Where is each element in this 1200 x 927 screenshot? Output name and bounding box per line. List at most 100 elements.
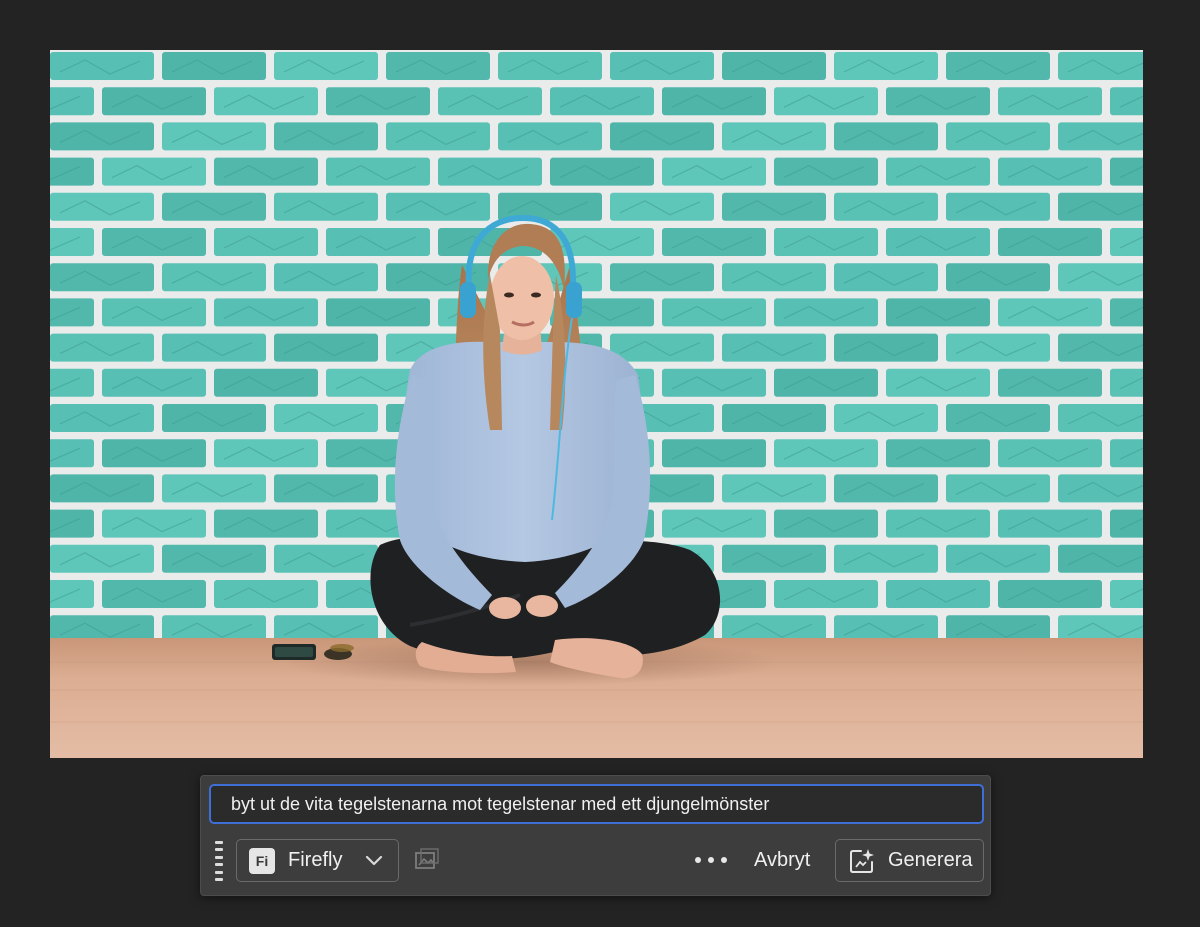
- brick: [1058, 544, 1143, 573]
- brick: [662, 439, 766, 468]
- brick: [998, 509, 1102, 538]
- brick: [1058, 474, 1143, 503]
- brick: [722, 263, 826, 292]
- brick: [162, 404, 266, 432]
- brick: [214, 580, 318, 608]
- brick: [50, 228, 94, 256]
- brick: [946, 333, 1050, 362]
- brick: [162, 333, 266, 362]
- reference-image-icon[interactable]: [413, 846, 441, 874]
- brick: [214, 228, 318, 256]
- brick: [214, 157, 318, 186]
- brick: [834, 333, 938, 362]
- brick: [274, 544, 378, 573]
- brick: [1058, 192, 1143, 221]
- brick: [946, 263, 1050, 292]
- brick: [274, 474, 378, 503]
- brick: [886, 157, 990, 186]
- brick: [1110, 368, 1143, 397]
- brick: [162, 263, 266, 292]
- brick: [1058, 404, 1143, 432]
- brick: [722, 192, 826, 221]
- brick: [274, 333, 378, 362]
- brick: [946, 544, 1050, 573]
- brick: [946, 192, 1050, 221]
- brick: [102, 228, 206, 256]
- brick: [886, 368, 990, 397]
- brick: [102, 580, 206, 608]
- brick: [1058, 122, 1143, 151]
- brick: [610, 192, 714, 221]
- brick: [834, 192, 938, 221]
- brick: [998, 439, 1102, 468]
- brick: [214, 298, 318, 327]
- brick: [1110, 298, 1143, 327]
- brick: [834, 122, 938, 151]
- brick: [326, 298, 430, 327]
- brick: [998, 298, 1102, 327]
- brick: [1110, 509, 1143, 538]
- brick: [162, 52, 266, 80]
- brick: [998, 368, 1102, 397]
- brick: [50, 157, 94, 186]
- brick: [946, 122, 1050, 151]
- brick: [50, 509, 94, 538]
- brick: [214, 509, 318, 538]
- drag-handle-icon[interactable]: [215, 841, 223, 881]
- brick: [102, 87, 206, 116]
- brick: [722, 122, 826, 151]
- brick: [886, 439, 990, 468]
- brick: [50, 263, 154, 292]
- brick: [1058, 52, 1143, 80]
- brick: [1058, 333, 1143, 362]
- brick: [50, 544, 154, 573]
- document-canvas: Fi Firefly Avbryt Generera: [0, 0, 1200, 927]
- cancel-button[interactable]: Avbryt: [746, 844, 818, 876]
- brick: [774, 87, 878, 116]
- brick: [946, 52, 1050, 80]
- brick: [438, 157, 542, 186]
- generative-fill-prompt-input[interactable]: [209, 784, 984, 824]
- brick: [50, 474, 154, 503]
- brick: [774, 580, 878, 608]
- brick: [274, 263, 378, 292]
- brick: [550, 157, 654, 186]
- brick: [274, 192, 378, 221]
- brick: [50, 580, 94, 608]
- brick: [1110, 157, 1143, 186]
- contextual-task-bar: Fi Firefly Avbryt Generera: [200, 775, 991, 896]
- model-picker-dropdown[interactable]: Fi Firefly: [236, 839, 399, 882]
- brick: [162, 474, 266, 503]
- brick: [998, 580, 1102, 608]
- brick: [1110, 580, 1143, 608]
- brick: [886, 87, 990, 116]
- model-picker-label: Firefly: [288, 849, 343, 871]
- brick: [326, 157, 430, 186]
- brick: [722, 52, 826, 80]
- brick: [162, 192, 266, 221]
- generate-button[interactable]: Generera: [835, 839, 984, 882]
- brick: [214, 368, 318, 397]
- canvas-photo[interactable]: [50, 50, 1143, 758]
- brick: [834, 544, 938, 573]
- brick: [774, 368, 878, 397]
- brick: [662, 509, 766, 538]
- brick: [886, 228, 990, 256]
- brick: [774, 509, 878, 538]
- brick: [722, 474, 826, 503]
- brick: [386, 192, 490, 221]
- brick: [774, 228, 878, 256]
- brick: [662, 157, 766, 186]
- brick: [274, 52, 378, 80]
- brick: [162, 544, 266, 573]
- brick: [722, 404, 826, 432]
- brick: [662, 228, 766, 256]
- brick: [774, 439, 878, 468]
- brick: [998, 228, 1102, 256]
- more-options-icon[interactable]: [695, 848, 727, 872]
- brick: [102, 368, 206, 397]
- brick: [610, 52, 714, 80]
- brick: [998, 157, 1102, 186]
- brick: [274, 404, 378, 432]
- brick: [438, 87, 542, 116]
